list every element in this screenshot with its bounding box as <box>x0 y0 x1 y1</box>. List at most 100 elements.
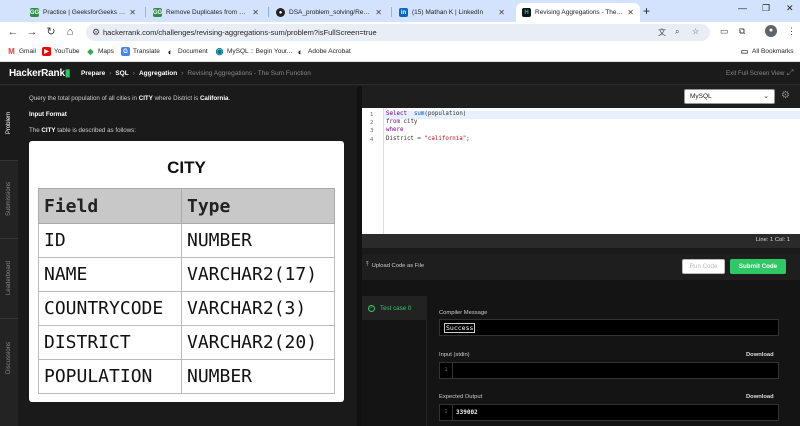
chevron-down-icon: ⌄ <box>763 93 769 100</box>
url-text[interactable]: hackerrank.com/challenges/revising-aggre… <box>103 28 377 37</box>
geeksforgeeks-icon: GG <box>152 8 163 17</box>
breadcrumb-aggregation[interactable]: Aggregation <box>139 70 177 77</box>
cast-icon[interactable]: ▭ <box>720 26 729 37</box>
bookmark-label: MySQL :: Begin Your... <box>227 48 293 55</box>
linkedin-icon: in <box>399 8 408 17</box>
bookmark-label: All Bookmarks <box>752 48 794 55</box>
code-line-4[interactable]: District = "california"; <box>386 136 470 142</box>
table-title: CITY <box>167 158 206 177</box>
line-number: 1 <box>370 112 374 118</box>
table-row: POPULATION NUMBER <box>38 359 335 394</box>
download-input-link[interactable]: Download <box>746 352 774 358</box>
download-expected-link[interactable]: Download <box>746 394 774 400</box>
bookmark-maps[interactable]: ◆ Maps <box>86 47 114 56</box>
field-cell: DISTRICT <box>38 325 182 360</box>
problem-panel: Query the total population of all cities… <box>18 86 357 426</box>
bookmark-youtube[interactable]: ▶ YouTube <box>42 47 80 56</box>
tab-title: DSA_problem_solving/Remove <box>289 9 372 16</box>
code-editor[interactable]: 1 2 3 4 Select sum(population) from city… <box>362 108 800 234</box>
code-line-3[interactable]: where <box>386 127 403 133</box>
all-bookmarks[interactable]: ▭ All Bookmarks <box>740 47 794 56</box>
language-select[interactable]: MySQL ⌄ <box>684 89 775 104</box>
browser-tab-3[interactable]: in (15) Mathan K | LinkedIn ✕ <box>393 3 511 22</box>
close-icon[interactable]: ✕ <box>627 8 634 17</box>
submit-code-button[interactable]: Submit Code <box>730 259 786 274</box>
run-code-button[interactable]: Run Code <box>682 259 725 274</box>
input-format-heading: Input Format <box>29 111 67 118</box>
close-icon[interactable]: ✕ <box>129 8 136 17</box>
tab-title: Remove Duplicates from a Sor <box>166 9 249 16</box>
new-tab-icon[interactable]: + <box>643 4 650 18</box>
close-icon[interactable]: ✕ <box>498 8 505 17</box>
line-gutter: 1 2 3 4 <box>362 108 384 234</box>
chevron-right-icon: › <box>181 70 184 77</box>
type-cell: VARCHAR2(3) <box>181 291 335 326</box>
expand-icon[interactable]: ⤢ <box>787 68 793 78</box>
youtube-icon: ▶ <box>42 47 51 56</box>
geeksforgeeks-icon: GG <box>29 8 40 17</box>
breadcrumb-sql[interactable]: SQL <box>115 70 128 77</box>
browser-tab-2[interactable]: ● DSA_problem_solving/Remove ✕ <box>270 3 388 22</box>
results-panel: ✓ Test case 0 Compiler Message Success I… <box>362 280 800 426</box>
home-icon[interactable]: ⌂ <box>63 25 77 39</box>
table-row: ID NUMBER <box>38 223 335 258</box>
tab-leaderboard[interactable]: Leaderboard <box>0 238 18 318</box>
breadcrumb-current: Revising Aggregations - The Sum Function <box>187 70 311 77</box>
hackerrank-icon: H <box>522 8 531 17</box>
gmail-icon: M <box>8 47 15 56</box>
address-bar[interactable]: ⚙ hackerrank.com/challenges/revising-agg… <box>86 24 710 41</box>
menu-icon[interactable]: ⋮ <box>787 26 796 37</box>
input-label: Input (stdin) <box>439 352 470 358</box>
bookmark-translate[interactable]: G Translate <box>121 47 160 56</box>
upload-code-link[interactable]: ⤒ Upload Code as File <box>366 262 424 269</box>
minimize-icon[interactable]: — <box>738 3 747 13</box>
compiler-message-label: Compiler Message <box>439 310 488 316</box>
column-header-field: Field <box>38 188 182 224</box>
gear-icon[interactable]: ⚙ <box>781 90 790 101</box>
translate-icon[interactable]: 文 <box>658 27 666 38</box>
chevron-right-icon: › <box>109 70 112 77</box>
exit-fullscreen-link[interactable]: Exit Full Screen View <box>726 70 784 77</box>
bookmark-label: Gmail <box>19 48 36 55</box>
side-tabs: Problem Submissions Leaderboard Discussi… <box>0 86 18 426</box>
test-case-0[interactable]: ✓ Test case 0 <box>362 296 427 320</box>
close-icon[interactable]: ✕ <box>252 8 259 17</box>
bookmark-gmail[interactable]: M Gmail <box>7 47 36 56</box>
avatar[interactable]: ● <box>765 25 777 37</box>
site-info-icon[interactable]: ⚙ <box>92 27 100 38</box>
line-number: 4 <box>370 137 374 143</box>
browser-tab-1[interactable]: GG Remove Duplicates from a Sor ✕ <box>147 3 265 22</box>
tab-title: (15) Mathan K | LinkedIn <box>412 9 484 16</box>
folder-icon: ▭ <box>740 47 749 56</box>
bookmark-adobe[interactable]: ◐ Adobe Acrobat <box>296 47 351 57</box>
compiler-message-value: Success <box>444 323 476 333</box>
close-icon[interactable]: ✕ <box>375 8 382 17</box>
browser-tab-4[interactable]: H Revising Aggregations - The Su ✕ <box>516 3 640 22</box>
zoom-icon[interactable]: ⌕ <box>675 27 679 37</box>
table-row: DISTRICT VARCHAR2(20) <box>38 325 335 360</box>
bookmark-label: Maps <box>98 48 114 55</box>
breadcrumb-prepare[interactable]: Prepare <box>81 70 105 77</box>
bookmark-document[interactable]: ◐ Document <box>166 47 208 57</box>
expected-output-label: Expected Output <box>439 394 483 400</box>
code-line-2[interactable]: from city <box>386 119 417 125</box>
editor-status-bar: Line: 1 Col: 1 <box>362 234 800 248</box>
type-cell: NUMBER <box>181 359 335 394</box>
bookmark-star-icon[interactable]: ☆ <box>692 27 699 36</box>
hackerrank-logo[interactable]: HackerRank▮ <box>9 68 70 79</box>
restore-icon[interactable]: ❐ <box>762 3 770 14</box>
code-line-1[interactable]: Select sum(population) <box>386 111 466 117</box>
extensions-icon[interactable]: ⧉ <box>739 26 745 37</box>
browser-tab-strip: GG Practice | GeeksforGeeks | A co ✕ GG … <box>0 0 800 22</box>
tab-submissions[interactable]: Submissions <box>0 160 18 238</box>
tab-discussions[interactable]: Discussions <box>0 318 18 398</box>
editor-toolbar: MySQL ⌄ ⚙ <box>362 86 800 108</box>
forward-icon[interactable]: → <box>25 25 39 39</box>
tab-problem[interactable]: Problem <box>0 86 18 160</box>
back-icon[interactable]: ← <box>6 25 20 39</box>
breadcrumb: Prepare › SQL › Aggregation › Revising A… <box>81 70 311 77</box>
bookmark-mysql[interactable]: ◉ MySQL :: Begin Your... <box>215 46 293 56</box>
reload-icon[interactable]: ↻ <box>44 25 58 39</box>
browser-tab-0[interactable]: GG Practice | GeeksforGeeks | A co ✕ <box>24 3 142 22</box>
window-close-icon[interactable]: ✕ <box>786 3 794 14</box>
